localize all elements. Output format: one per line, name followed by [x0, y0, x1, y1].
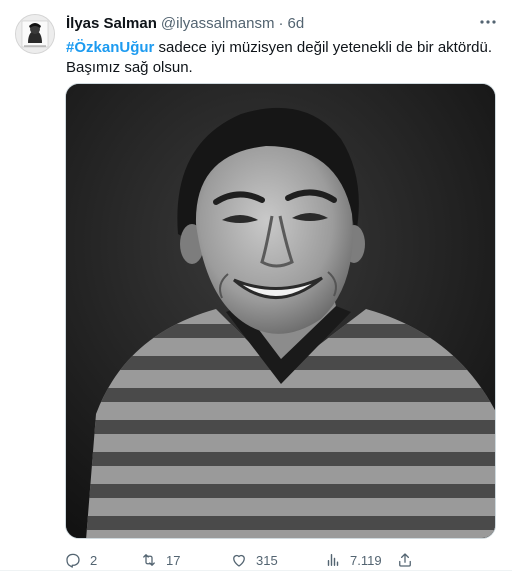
retweet-icon — [143, 554, 155, 566]
like-button[interactable]: 315 — [230, 551, 278, 569]
hashtag-link[interactable]: #ÖzkanUğur — [66, 39, 154, 56]
views-count: 7.119 — [350, 552, 382, 568]
share-icon — [399, 553, 411, 567]
portrait-photo — [66, 84, 495, 538]
separator-dot: · — [278, 14, 284, 32]
retweet-count: 17 — [166, 552, 181, 568]
tweet-actions: 2 17 315 7.119 — [60, 550, 510, 570]
author-handle[interactable]: @ilyassalmansm — [161, 15, 275, 32]
retweet-button[interactable]: 17 — [140, 551, 180, 569]
avatar[interactable] — [15, 14, 55, 54]
tweet-photo[interactable] — [65, 83, 496, 539]
reply-icon — [66, 553, 80, 568]
tweet[interactable]: İlyas Salman @ilyassalmansm · 6d #ÖzkanU… — [0, 0, 512, 571]
reply-count: 2 — [90, 552, 98, 568]
tweet-text: #ÖzkanUğur sadece iyi müzisyen değil yet… — [66, 38, 506, 78]
like-icon — [233, 554, 245, 567]
author-name[interactable]: İlyas Salman — [66, 15, 157, 32]
reply-button[interactable]: 2 — [64, 551, 97, 569]
share-button[interactable] — [396, 551, 414, 569]
tweet-header: İlyas Salman @ilyassalmansm · 6d — [66, 13, 472, 33]
tweet-timestamp[interactable]: 6d — [287, 15, 304, 32]
views-icon — [327, 554, 339, 566]
more-icon[interactable] — [478, 12, 498, 32]
like-count: 315 — [256, 552, 278, 568]
views-button[interactable]: 7.119 — [324, 551, 382, 569]
avatar-image — [16, 15, 54, 53]
